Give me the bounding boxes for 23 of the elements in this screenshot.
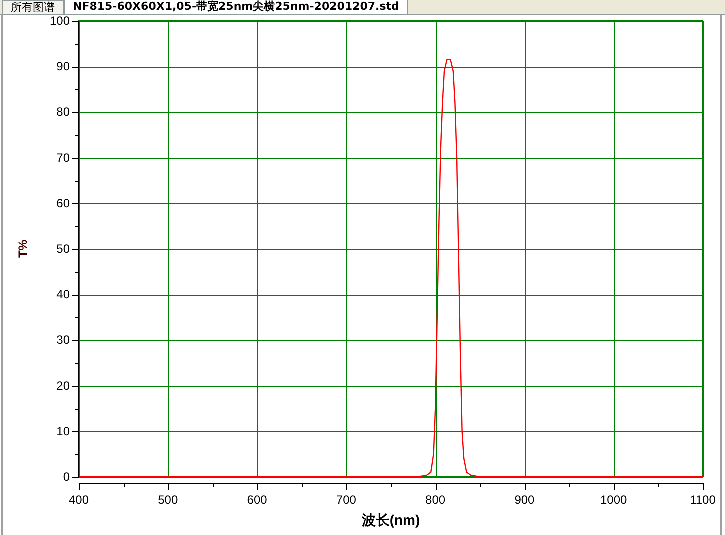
tick-label: 90 <box>56 60 70 74</box>
tick-label: 70 <box>56 150 70 165</box>
tick-label: 400 <box>68 493 90 507</box>
y-axis-title: T% <box>16 240 30 258</box>
tick-label: 20 <box>56 378 70 393</box>
tick-label: 0 <box>63 470 70 484</box>
tick-label: 700 <box>336 493 356 507</box>
tick-label: 10 <box>56 424 70 438</box>
tick-label: 100 <box>50 15 70 28</box>
x-axis-title: 波长(nm) <box>362 512 420 528</box>
tab[interactable]: NF815-60X60X1,05-带宽25nm尖横25nm-20201207.std <box>64 0 408 14</box>
tick-label: 800 <box>426 493 446 507</box>
tick-label: 600 <box>247 493 268 507</box>
tick-label: 500 <box>158 493 178 507</box>
tick-label: 40 <box>56 288 70 302</box>
tick-label: 900 <box>514 493 535 507</box>
tick-label: 30 <box>56 333 70 348</box>
tick-label: 1000 <box>600 493 628 507</box>
tick-label: 50 <box>56 242 70 256</box>
tick-label: 80 <box>56 105 70 120</box>
tab[interactable]: 所有图谱 <box>2 0 64 14</box>
tick-label: 60 <box>56 196 70 210</box>
tick-label: 1100 <box>690 493 716 507</box>
